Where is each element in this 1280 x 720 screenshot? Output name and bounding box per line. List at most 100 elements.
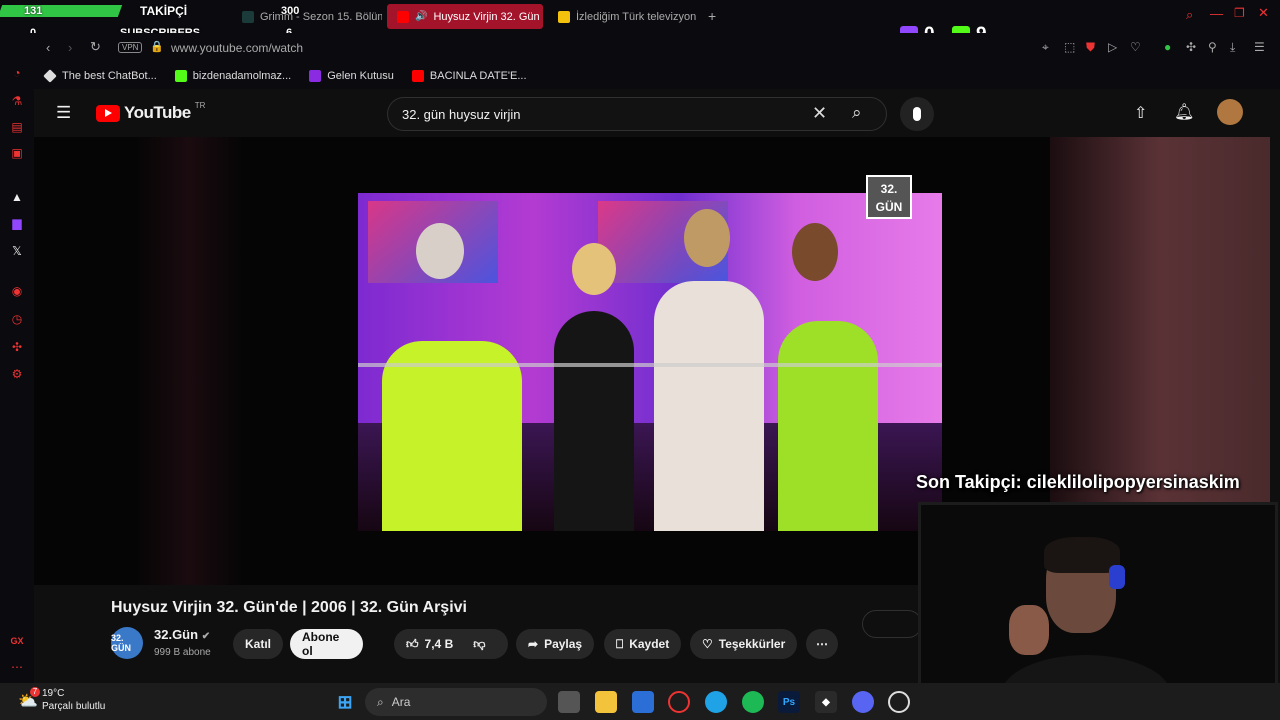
like-count[interactable]: 7,4 B [425, 637, 454, 651]
discord-icon[interactable] [852, 691, 874, 713]
share-button[interactable]: ➦ Paylaş [516, 629, 595, 659]
desk-line [358, 363, 942, 367]
maximize-icon[interactable]: ❐ [1234, 6, 1245, 20]
app-icon[interactable]: ◆ [815, 691, 837, 713]
save-label: Kaydet [629, 637, 670, 651]
video-backdrop [134, 137, 244, 585]
back-icon[interactable]: ‹ [46, 40, 50, 55]
settings-icon[interactable]: ⚙ [9, 366, 25, 382]
voice-search-button[interactable] [900, 97, 934, 131]
thanks-icon: ♡ [702, 637, 713, 651]
person-figure [554, 311, 634, 531]
taskbar-search[interactable]: ⌕ Ara [365, 688, 547, 716]
weather-desc: Parçalı bulutlu [42, 701, 106, 712]
new-tab-button[interactable]: + [708, 8, 716, 24]
bookmark-chatbot[interactable]: The best ChatBot... [43, 69, 157, 83]
pin-icon[interactable]: ⌖ [1042, 40, 1049, 55]
opera-gx-icon[interactable] [668, 691, 690, 713]
youtube-logo[interactable]: YouTube TR [96, 101, 205, 123]
channel-avatar[interactable]: 32. GÜN [111, 627, 143, 659]
url-text[interactable]: www.youtube.com/watch [171, 41, 303, 55]
gx-corner-icon[interactable]: ▤ [9, 119, 25, 135]
browser-sidebar: ◔ ⚗ ▤ ▣ ▲ ▆ 𝕏 ◉ ◷ ✣ ⚙ GX ⋯ [0, 33, 34, 683]
join-button[interactable]: Katıl [233, 629, 284, 659]
headphones [1109, 565, 1125, 589]
subscribe-button[interactable]: Abone ol [290, 629, 363, 659]
search-icon[interactable]: ⌕ [852, 103, 862, 123]
minimize-icon[interactable]: — [1210, 6, 1223, 21]
file-explorer-icon[interactable] [595, 691, 617, 713]
youtube-play-icon [96, 104, 120, 122]
save-button[interactable]: ⎕ Kaydet [604, 629, 682, 659]
heart-icon[interactable]: ♡ [1130, 40, 1141, 54]
kick-icon [174, 70, 187, 82]
forward-icon[interactable]: › [68, 40, 72, 55]
channel-name[interactable]: 32.Gün ✔ [154, 627, 210, 642]
tab-izledigim[interactable]: İzlediğim Türk televizyon [548, 4, 698, 29]
person-head [684, 209, 730, 267]
bookmark-label: bizdenadamolmaz... [192, 70, 292, 82]
windows-start-icon[interactable]: ⊞ [334, 691, 356, 713]
snapshot-icon[interactable]: ⬚ [1064, 40, 1075, 54]
gx-control-icon[interactable]: ⚗ [9, 93, 25, 109]
speed-dial-icon[interactable]: ◔ [9, 65, 25, 81]
tab-huysuz-virjin[interactable]: 🔊 Huysuz Virjin 32. Gün [387, 4, 543, 29]
spotify-icon[interactable] [742, 691, 764, 713]
screen: Grimm - Sezon 15. Bölüm 🔊 Huysuz Virjin … [0, 0, 1280, 720]
player-icon[interactable]: ◉ [9, 283, 25, 299]
vpn-badge[interactable]: VPN [118, 42, 143, 53]
obs-icon[interactable] [888, 691, 910, 713]
music-icon[interactable]: ▣ [9, 145, 25, 161]
reload-icon[interactable]: ↻ [90, 39, 101, 55]
clear-search-icon[interactable]: ✕ [812, 103, 827, 124]
photoshop-icon[interactable]: Ps [778, 691, 800, 713]
follower-goal: 300 [281, 5, 300, 17]
like-icon[interactable]: 👍︎ [406, 637, 419, 652]
bookmark-label: Gelen Kutusu [327, 70, 394, 82]
chip-outline[interactable] [862, 610, 922, 638]
more-actions-button[interactable]: ⋯ [806, 629, 838, 659]
download-icon[interactable]: ⤓ [1230, 40, 1235, 55]
bookmark-bizdenadamolmaz[interactable]: bizdenadamolmaz... [174, 70, 292, 82]
dislike-icon[interactable]: 👎︎ [473, 637, 485, 652]
bookmark-icon: ⎕ [616, 636, 624, 651]
channel-name-text: 32.Gün [154, 627, 199, 642]
share-label: Paylaş [544, 637, 583, 651]
search-icon[interactable]: ⌕ [1186, 7, 1193, 23]
youtube-icon [411, 70, 424, 82]
store-icon[interactable] [632, 691, 654, 713]
tab-label: İzlediğim Türk televizyon [576, 10, 697, 23]
search-box[interactable]: 32. gün huysuz virjin ✕ ⌕ [387, 97, 887, 131]
play-icon[interactable]: ▷ [1108, 40, 1117, 54]
gx-label[interactable]: GX [9, 633, 25, 649]
extensions-icon[interactable]: ✣ [9, 339, 25, 355]
more-icon[interactable]: ⋯ [9, 659, 25, 675]
upload-icon[interactable]: ⇧ [1134, 103, 1147, 123]
puzzle-icon[interactable]: ✣ [1186, 40, 1196, 54]
weather-badge: 7 [30, 687, 40, 697]
user-avatar[interactable] [1217, 99, 1243, 125]
history-icon[interactable]: ◷ [9, 311, 25, 327]
streamer-hand [1009, 605, 1049, 655]
profile-icon[interactable]: ⚲ [1208, 40, 1217, 54]
aria-icon[interactable]: ▲ [9, 189, 25, 205]
youtube-header: ☰ YouTube TR 32. gün huysuz virjin ✕ ⌕ ⇧… [34, 89, 1270, 137]
video-player[interactable]: 32. GÜN [34, 137, 1050, 585]
shield-icon[interactable]: ⛊ [1086, 40, 1095, 55]
channel-watermark: 32. GÜN [866, 175, 912, 219]
edge-icon[interactable] [705, 691, 727, 713]
thanks-button[interactable]: ♡ Teşekkürler [690, 629, 798, 659]
task-view-icon[interactable] [558, 691, 580, 713]
windows-taskbar: ⛅ 7 19°C Parçalı bulutlu ⊞ ⌕ Ara Ps ◆ [0, 683, 1280, 720]
bookmark-gelen-kutusu[interactable]: Gelen Kutusu [309, 70, 394, 82]
menu-icon[interactable]: ☰ [1254, 40, 1265, 54]
x-icon[interactable]: 𝕏 [9, 243, 25, 259]
close-icon[interactable]: ✕ [1258, 5, 1269, 21]
notifications-bell-icon[interactable]: 🔔︎ [1174, 102, 1194, 122]
search-input[interactable]: 32. gün huysuz virjin [402, 107, 521, 122]
hamburger-menu-icon[interactable]: ☰ [56, 103, 71, 123]
extension-icon[interactable]: ● [1164, 40, 1171, 54]
bookmark-bacinla[interactable]: BACINLA DATE'E... [411, 70, 527, 82]
twitch-sidebar-icon[interactable]: ▆ [9, 215, 25, 231]
person-figure [654, 281, 764, 531]
